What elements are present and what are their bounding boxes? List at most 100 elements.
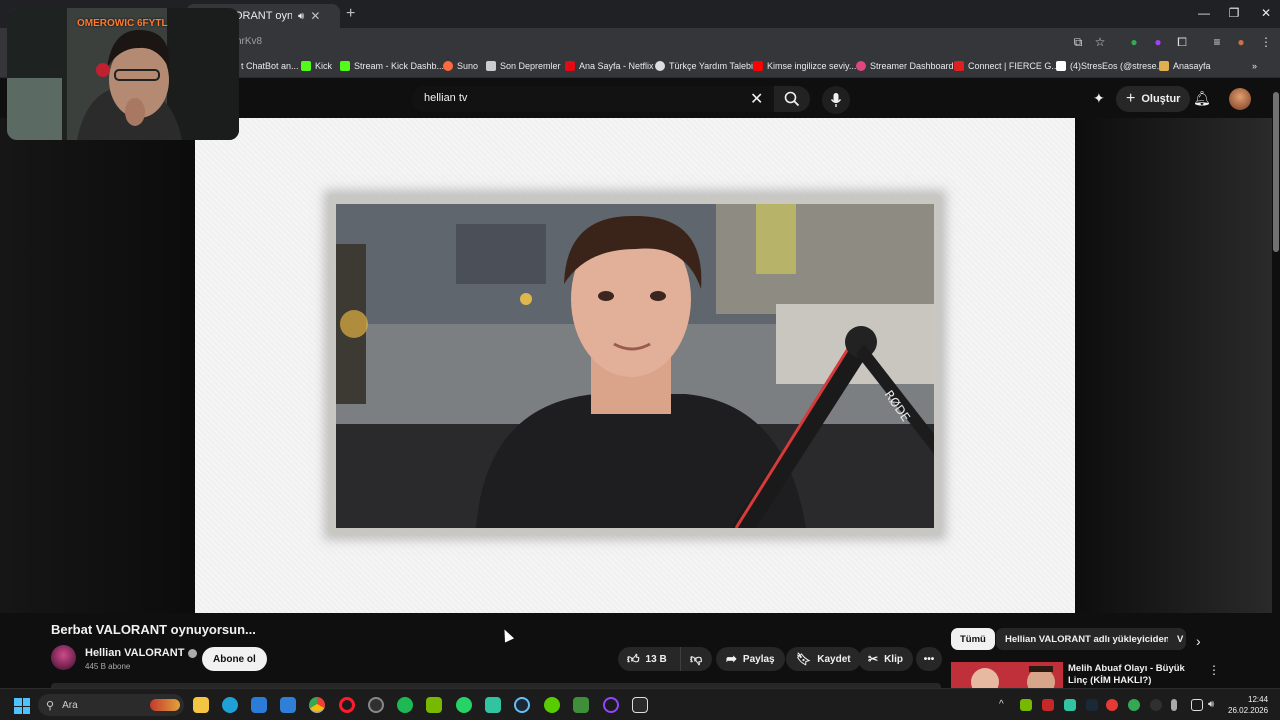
page-scrollbar[interactable] <box>1272 78 1280 688</box>
bookmarks-overflow-icon[interactable]: » <box>1252 61 1257 71</box>
bookmark-item[interactable]: Kimse ingilizce seviy... <box>753 61 856 71</box>
netflix-icon <box>565 61 575 71</box>
epic-games-icon[interactable] <box>632 697 648 713</box>
network-icon[interactable] <box>1191 699 1203 711</box>
clear-search-icon[interactable]: ✕ <box>750 89 763 109</box>
chevron-right-icon[interactable]: › <box>1196 633 1201 649</box>
clip-label: Klip <box>884 653 903 665</box>
tray-app-icon[interactable] <box>1128 699 1140 711</box>
share-button[interactable]: ➦ Paylaş <box>716 647 785 671</box>
search-input[interactable]: hellian tv <box>412 86 774 112</box>
notifications-bell-icon[interactable]: 🔔︎ <box>1193 90 1211 107</box>
extension-green-icon[interactable]: ● <box>1126 35 1142 49</box>
edge-icon[interactable] <box>222 697 238 713</box>
recommendation-thumbnail[interactable] <box>951 662 1063 688</box>
mouse-cursor-icon <box>499 627 515 643</box>
outlook-icon[interactable] <box>280 697 296 713</box>
bookmark-item[interactable]: Suno <box>443 61 478 71</box>
share-icon: ➦ <box>726 651 737 666</box>
dislike-button[interactable]: 👎︎ <box>680 647 712 671</box>
tray-app-icon[interactable] <box>1150 699 1162 711</box>
windows-start-icon[interactable] <box>14 698 30 714</box>
more-actions-button[interactable]: ••• <box>916 647 942 671</box>
chip-partial[interactable]: V <box>1168 628 1186 650</box>
tray-overflow-icon[interactable]: ^ <box>999 699 1011 711</box>
create-button[interactable]: + Oluştur <box>1116 86 1191 112</box>
file-explorer-icon[interactable] <box>193 697 209 713</box>
bookmark-item[interactable]: Ana Sayfa - Netflix <box>565 61 654 71</box>
tab-close-icon[interactable]: ✕ <box>310 9 320 23</box>
save-button[interactable]: 🔖︎ Kaydet <box>786 647 861 671</box>
window-close-icon[interactable]: ✕ <box>1251 6 1280 20</box>
microphone-tray-icon[interactable] <box>1171 699 1177 711</box>
voice-search-button[interactable] <box>822 86 850 114</box>
tray-app-icon[interactable] <box>1064 699 1076 711</box>
whatsapp-icon[interactable] <box>456 697 472 713</box>
bookmark-item[interactable]: Kick <box>301 61 332 71</box>
address-bar[interactable]: nrKv8 <box>236 36 262 47</box>
tray-app-icon[interactable] <box>1086 699 1098 711</box>
channel-name-link[interactable]: Hellian VALORANT <box>85 647 198 659</box>
minecraft-icon[interactable] <box>573 697 589 713</box>
bookmark-item[interactable]: Connect | FIERCE G... <box>954 61 1059 71</box>
tray-clock[interactable]: 12:44 26.02.2026 <box>1228 694 1268 716</box>
store-icon[interactable] <box>251 697 267 713</box>
openai-icon <box>655 61 665 71</box>
like-button[interactable]: 👍︎ 13 B <box>618 647 680 671</box>
minimize-icon[interactable]: — <box>1189 6 1219 20</box>
extensions-puzzle-icon[interactable]: ⧠ <box>1174 35 1190 50</box>
bookmark-item[interactable]: (4)StresEos (@strese... <box>1056 61 1164 71</box>
earthquake-icon <box>486 61 496 71</box>
clip-button[interactable]: ✂ Klip <box>858 647 913 671</box>
search-button[interactable] <box>774 86 810 112</box>
speaker-icon[interactable]: 🔊︎ <box>298 11 304 22</box>
steam-icon[interactable] <box>514 697 530 713</box>
bookmark-star-icon[interactable]: ☆ <box>1092 35 1108 49</box>
taskbar-search-label: Ara <box>62 699 78 711</box>
app-circle-icon[interactable] <box>603 697 619 713</box>
recommendation-title[interactable]: Melih Abuaf Olayı - Büyük Linç (KİM HAKL… <box>1068 663 1200 687</box>
bookmark-item[interactable]: Anasayfa <box>1159 61 1211 71</box>
chip-from-uploader[interactable]: Hellian VALORANT adlı yükleyiciden <box>996 628 1179 650</box>
windows-taskbar: ⚲ Ara ^ 🔊︎ 12:44 26.02.2026 <box>0 688 1280 720</box>
bookmark-item[interactable]: Son Depremler <box>486 61 561 71</box>
extension-purple-icon[interactable]: ● <box>1150 35 1166 49</box>
maximize-icon[interactable]: ❐ <box>1219 6 1249 20</box>
suno-icon <box>443 61 453 71</box>
gemini-sparkle-icon[interactable]: ✦ <box>1093 90 1105 107</box>
streamlabs-icon[interactable] <box>485 697 501 713</box>
bookmark-label: Streamer Dashboard <box>870 61 954 71</box>
nvidia-icon[interactable] <box>426 697 442 713</box>
bookmark-item[interactable]: Stream - Kick Dashb... <box>340 61 444 71</box>
bookmark-item[interactable]: t ChatBot an... <box>241 61 299 71</box>
account-avatar[interactable] <box>1229 88 1251 110</box>
channel-avatar[interactable] <box>51 645 76 670</box>
subscribe-button[interactable]: Abone ol <box>202 647 267 671</box>
tray-app-icon[interactable] <box>1020 699 1032 711</box>
more-vertical-icon[interactable]: ⋮ <box>1208 663 1220 677</box>
bookmark-item[interactable]: Streamer Dashboard <box>856 61 954 71</box>
channel-name: Hellian VALORANT <box>85 647 185 659</box>
chrome-icon[interactable] <box>309 697 325 713</box>
browser-menu-icon[interactable]: ⋮ <box>1258 35 1274 49</box>
scrollbar-thumb[interactable] <box>1273 92 1279 252</box>
dashboard-icon <box>856 61 866 71</box>
media-controls-icon[interactable]: ≡ <box>1209 35 1225 49</box>
bookmark-label: Kick <box>315 61 333 71</box>
bookmark-label: Connect | FIERCE G... <box>968 61 1059 71</box>
taskbar-search[interactable]: ⚲ Ara <box>38 694 184 716</box>
bookmark-label: Türkçe Yardım Talebi <box>669 61 754 71</box>
bookmark-item[interactable]: Türkçe Yardım Talebi <box>655 61 753 71</box>
new-tab-icon[interactable]: + <box>346 5 355 23</box>
install-app-icon[interactable]: ⧉ <box>1070 35 1086 50</box>
volume-icon[interactable]: 🔊︎ <box>1208 699 1220 711</box>
duolingo-icon[interactable] <box>544 697 560 713</box>
obs-icon[interactable] <box>368 697 384 713</box>
opera-icon[interactable] <box>339 697 355 713</box>
tray-app-icon[interactable] <box>1042 699 1054 711</box>
profile-icon[interactable]: ● <box>1233 35 1249 49</box>
spotify-icon[interactable] <box>397 697 413 713</box>
bookmark-label: Son Depremler <box>500 61 561 71</box>
chip-all[interactable]: Tümü <box>951 628 995 650</box>
tray-app-icon[interactable] <box>1106 699 1118 711</box>
